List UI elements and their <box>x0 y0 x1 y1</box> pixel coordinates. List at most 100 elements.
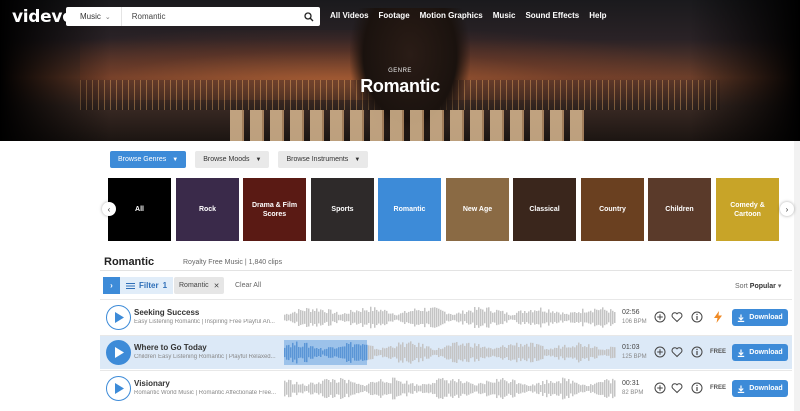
info-icon[interactable] <box>691 382 703 394</box>
download-button[interactable]: Download <box>732 344 788 361</box>
clear-all-link[interactable]: Clear All <box>235 282 261 289</box>
waveform-bar <box>516 342 518 363</box>
download-button[interactable]: Download <box>732 380 788 397</box>
nav-music[interactable]: Music <box>493 11 516 20</box>
waveform-bar <box>466 343 468 362</box>
waveform-bar <box>512 315 514 320</box>
waveform-bar <box>316 383 318 394</box>
search-input[interactable] <box>121 12 298 21</box>
genre-tile-new-age[interactable]: New Age <box>446 178 509 241</box>
waveform-bar <box>568 314 570 321</box>
waveform-bar <box>472 312 474 323</box>
genre-tile-comedy[interactable]: Comedy & Cartoon <box>716 178 779 241</box>
waveform-bar <box>446 314 448 321</box>
genre-tile-all[interactable]: All <box>108 178 171 241</box>
waveform-bar <box>364 310 366 325</box>
waveform-bar <box>470 383 472 394</box>
waveform-bar <box>562 312 564 323</box>
play-button[interactable] <box>106 340 131 365</box>
waveform-bar <box>570 312 572 323</box>
heart-icon[interactable] <box>671 311 683 323</box>
track-row[interactable]: Where to Go Today Children Easy Listenin… <box>100 336 792 369</box>
add-to-collection-icon[interactable] <box>654 346 666 358</box>
waveform-bar <box>424 348 426 357</box>
waveform-bar <box>404 383 406 394</box>
waveform-bar <box>338 382 340 395</box>
waveform-bar <box>376 348 378 357</box>
carousel-next-button[interactable]: › <box>780 202 794 216</box>
waveform-bar <box>378 349 380 356</box>
play-icon <box>114 347 124 358</box>
track-title[interactable]: Where to Go Today <box>134 343 207 352</box>
genre-tile-sports[interactable]: Sports <box>311 178 374 241</box>
waveform-bar <box>448 383 450 394</box>
waveform-bar <box>542 381 544 396</box>
track-title[interactable]: Visionary <box>134 379 170 388</box>
waveform-bar <box>364 386 366 391</box>
waveform-bar <box>490 382 492 395</box>
nav-motion-graphics[interactable]: Motion Graphics <box>420 11 483 20</box>
sort-dropdown[interactable]: Sort Popular ▾ <box>735 282 781 290</box>
waveform-bar <box>396 315 398 320</box>
nav-footage[interactable]: Footage <box>379 11 410 20</box>
waveform-bar <box>320 383 322 394</box>
search-icon[interactable] <box>298 11 320 22</box>
waveform[interactable] <box>284 305 616 330</box>
genre-tile-romantic[interactable]: Romantic <box>378 178 441 241</box>
waveform-bar <box>528 346 530 359</box>
waveform-bar <box>338 314 340 321</box>
waveform[interactable] <box>284 376 616 401</box>
waveform-bar <box>364 344 366 361</box>
waveform-bar <box>578 342 580 363</box>
browse-moods-dropdown[interactable]: Browse Moods ▼ <box>195 151 270 168</box>
filter-button[interactable]: › Filter 1 <box>103 277 174 294</box>
add-to-collection-icon[interactable] <box>654 382 666 394</box>
genre-tile-drama[interactable]: Drama & Film Scores <box>243 178 306 241</box>
waveform[interactable] <box>284 340 616 365</box>
waveform-bar <box>390 346 392 359</box>
track-row[interactable]: Visionary Romantic World Music | Romanti… <box>100 372 792 405</box>
browse-instruments-dropdown[interactable]: Browse Instruments ▼ <box>278 151 369 168</box>
play-button[interactable] <box>106 305 131 330</box>
waveform-bar <box>564 344 566 361</box>
sort-label: Sort <box>735 283 748 290</box>
chevron-right-icon: › <box>103 277 120 294</box>
waveform-bar <box>524 384 526 393</box>
waveform-bar <box>398 381 400 396</box>
add-to-collection-icon[interactable] <box>654 311 666 323</box>
heart-icon[interactable] <box>671 382 683 394</box>
info-icon[interactable] <box>691 311 703 323</box>
genre-tile-classical[interactable]: Classical <box>513 178 576 241</box>
play-button[interactable] <box>106 376 131 401</box>
heart-icon[interactable] <box>671 346 683 358</box>
waveform-bar <box>310 311 312 324</box>
search-category-select[interactable]: Music ⌄ <box>66 7 122 26</box>
waveform-bar <box>472 347 474 358</box>
waveform-bar <box>576 313 578 322</box>
waveform-bar <box>604 309 606 326</box>
waveform-bar <box>290 347 292 358</box>
download-button[interactable]: Download <box>732 309 788 326</box>
track-tags: Children Easy Listening Romantic | Playf… <box>134 354 276 360</box>
waveform-bar <box>542 345 544 360</box>
nav-help[interactable]: Help <box>589 11 606 20</box>
info-icon[interactable] <box>691 346 703 358</box>
track-row[interactable]: Seeking Success Easy Listening Romantic … <box>100 301 792 334</box>
browse-genres-dropdown[interactable]: Browse Genres ▼ <box>110 151 187 168</box>
waveform-bar <box>374 382 376 395</box>
track-title[interactable]: Seeking Success <box>134 308 199 317</box>
waveform-bar <box>336 382 338 395</box>
genre-tile-rock[interactable]: Rock <box>176 178 239 241</box>
waveform-bar <box>408 311 410 324</box>
genre-tile-children[interactable]: Children <box>648 178 711 241</box>
active-filter-chip[interactable]: Romantic ✕ <box>174 277 225 294</box>
nav-all-videos[interactable]: All Videos <box>330 11 369 20</box>
waveform-bar <box>592 347 594 358</box>
carousel-prev-button[interactable]: ‹ <box>102 202 116 216</box>
close-icon[interactable]: ✕ <box>214 282 220 290</box>
nav-sound-effects[interactable]: Sound Effects <box>525 11 579 20</box>
page-scrollbar[interactable] <box>794 141 800 411</box>
genre-tile-country[interactable]: Country <box>581 178 644 241</box>
waveform-bar <box>602 307 604 328</box>
videvo-logo[interactable]: videvo <box>12 7 74 27</box>
